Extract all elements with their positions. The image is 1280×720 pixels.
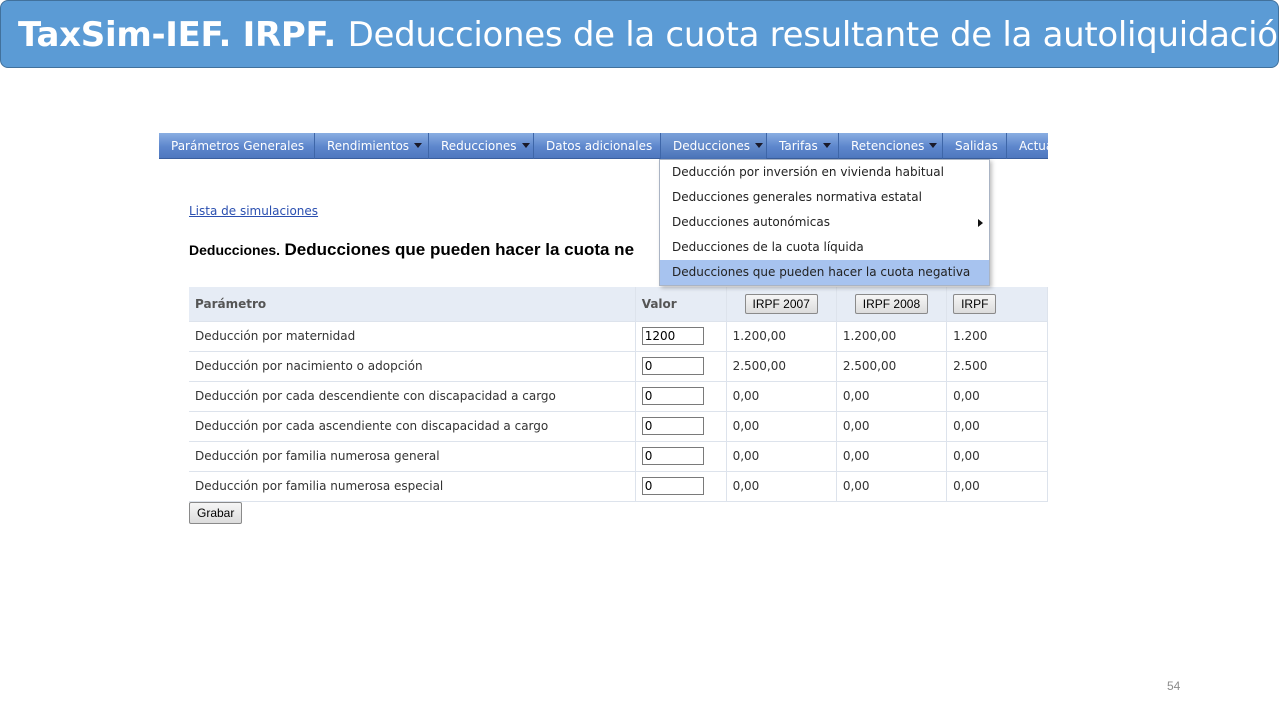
chevron-down-icon [754,143,763,148]
irpf-2009-value: 1.200 [946,321,1048,352]
param-name: Deducción por familia numerosa especial [189,471,636,502]
dropdown-item-label: Deducciones de la cuota líquida [672,240,864,254]
table-header-row: Parámetro Valor IRPF 2007 IRPF 2008 IRPF [189,287,1048,322]
menu-item-datos-adicionales[interactable]: Datos adicionales [534,133,661,159]
table-row: Deducción por cada descendiente con disc… [189,381,1048,412]
header-irpf-2008: IRPF 2008 [836,287,948,322]
irpf-2009-value: 0,00 [946,381,1048,412]
value-cell [635,381,727,412]
param-name: Deducción por cada descendiente con disc… [189,381,636,412]
irpf-2008-value: 2.500,00 [836,351,948,382]
value-input[interactable] [641,327,704,345]
slide-page-number: 54 [1167,679,1181,693]
value-cell [635,321,727,352]
main-menubar: Parámetros Generales Rendimientos Reducc… [159,133,1048,159]
app-screenshot: Parámetros Generales Rendimientos Reducc… [159,133,1048,553]
slide-title-rest: Deducciones de la cuota resultante de la… [347,15,1280,55]
param-name: Deducción por familia numerosa general [189,441,636,472]
value-input[interactable] [641,477,704,495]
value-input[interactable] [641,447,704,465]
dropdown-item-label: Deducción por inversión en vivienda habi… [672,165,944,179]
irpf-2008-value: 0,00 [836,411,948,442]
chevron-down-icon [414,143,423,148]
menu-item-reducciones[interactable]: Reducciones [429,133,534,159]
menu-item-retenciones[interactable]: Retenciones [839,133,943,159]
menu-item-rendimientos[interactable]: Rendimientos [315,133,429,159]
page-heading-title: Deducciones que pueden hacer la cuota ne [284,240,635,259]
irpf-2009-button[interactable]: IRPF [953,293,997,314]
chevron-down-icon [929,143,938,148]
header-valor: Valor [635,287,727,322]
page-heading: Deducciones. Deducciones que pueden hace… [189,240,634,260]
irpf-2007-value: 1.200,00 [726,321,837,352]
page-heading-section: Deducciones. [189,242,281,258]
dropdown-item-label: Deducciones autonómicas [672,215,830,229]
dropdown-item-normativa-estatal[interactable]: Deducciones generales normativa estatal [660,185,989,210]
menu-item-label: Reducciones [441,139,517,153]
deductions-table: Parámetro Valor IRPF 2007 IRPF 2008 IRPF… [189,287,1048,502]
menu-item-salidas[interactable]: Salidas [943,133,1007,159]
irpf-2007-value: 0,00 [726,381,837,412]
save-button[interactable]: Grabar [189,502,243,524]
value-cell [635,351,727,382]
menu-item-label: Retenciones [851,139,925,153]
value-input[interactable] [641,417,704,435]
irpf-2007-value: 0,00 [726,441,837,472]
irpf-2007-value: 0,00 [726,411,837,442]
menu-item-label: Actua [1019,139,1048,153]
menu-item-actualizar[interactable]: Actua [1007,133,1048,159]
menu-item-label: Tarifas [779,139,818,153]
irpf-2007-value: 2.500,00 [726,351,837,382]
table-row: Deducción por maternidad 1.200,00 1.200,… [189,321,1048,352]
param-name: Deducción por cada ascendiente con disca… [189,411,636,442]
menu-item-label: Parámetros Generales [171,139,305,153]
value-input[interactable] [641,357,704,375]
simulations-list-link[interactable]: Lista de simulaciones [189,204,318,218]
dropdown-item-autonomicas[interactable]: Deducciones autonómicas [660,210,989,235]
table-row: Deducción por familia numerosa especial … [189,471,1048,502]
value-cell [635,441,727,472]
chevron-down-icon [521,143,530,148]
slide-title: TaxSim-IEF. IRPF. Deducciones de la cuot… [18,13,1280,57]
chevron-right-icon [978,219,983,227]
dropdown-item-label: Deducciones generales normativa estatal [672,190,922,204]
param-name: Deducción por nacimiento o adopción [189,351,636,382]
value-cell [635,411,727,442]
irpf-2009-value: 0,00 [946,441,1048,472]
irpf-2008-value: 0,00 [836,441,948,472]
menu-item-label: Salidas [955,139,998,153]
dropdown-item-cuota-liquida[interactable]: Deducciones de la cuota líquida [660,235,989,260]
dropdown-item-label: Deducciones que pueden hacer la cuota ne… [672,265,971,279]
irpf-2008-value: 1.200,00 [836,321,948,352]
irpf-2009-value: 0,00 [946,471,1048,502]
dropdown-item-cuota-negativa[interactable]: Deducciones que pueden hacer la cuota ne… [660,260,989,285]
value-cell [635,471,727,502]
slide-title-bold: TaxSim-IEF. IRPF. [18,15,337,55]
irpf-2007-value: 0,00 [726,471,837,502]
menu-item-label: Rendimientos [327,139,410,153]
irpf-2009-value: 2.500 [946,351,1048,382]
irpf-2009-value: 0,00 [946,411,1048,442]
table-row: Deducción por nacimiento o adopción 2.50… [189,351,1048,382]
dropdown-item-vivienda-habitual[interactable]: Deducción por inversión en vivienda habi… [660,160,989,185]
header-irpf-2007: IRPF 2007 [726,287,837,322]
irpf-2008-value: 0,00 [836,381,948,412]
menu-item-label: Deducciones [673,139,750,153]
menu-item-label: Datos adicionales [546,139,653,153]
value-input[interactable] [641,387,704,405]
irpf-2008-value: 0,00 [836,471,948,502]
menu-item-deducciones[interactable]: Deducciones [661,133,767,159]
title-banner: TaxSim-IEF. IRPF. Deducciones de la cuot… [0,0,1280,68]
deducciones-dropdown-menu: Deducción por inversión en vivienda habi… [659,159,990,286]
header-irpf-2009: IRPF [946,287,1048,322]
menu-item-tarifas[interactable]: Tarifas [767,133,839,159]
menu-item-parametros-generales[interactable]: Parámetros Generales [159,133,315,159]
irpf-2007-button[interactable]: IRPF 2007 [744,293,818,314]
chevron-down-icon [822,143,831,148]
irpf-2008-button[interactable]: IRPF 2008 [854,293,929,314]
header-parametro: Parámetro [189,287,636,322]
table-row: Deducción por cada ascendiente con disca… [189,411,1048,442]
table-row: Deducción por familia numerosa general 0… [189,441,1048,472]
param-name: Deducción por maternidad [189,321,636,352]
